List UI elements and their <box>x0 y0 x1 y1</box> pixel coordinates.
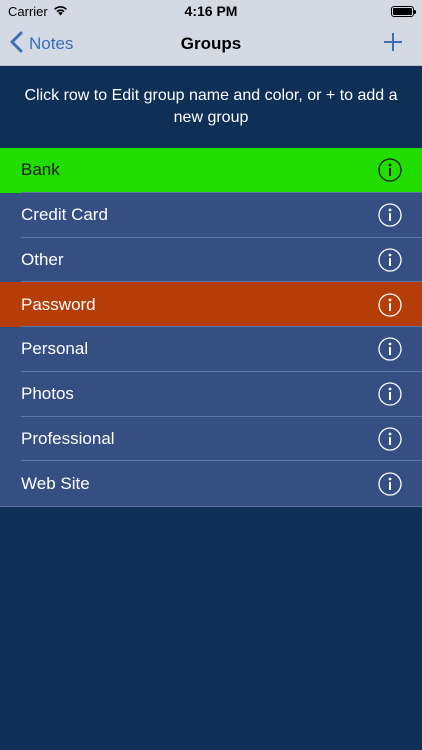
back-button[interactable]: Notes <box>10 22 73 66</box>
info-icon[interactable] <box>378 158 402 183</box>
group-list: Bank Credit Card Other Password Personal Phot… <box>0 148 422 507</box>
info-icon[interactable] <box>378 471 402 496</box>
group-row[interactable]: Web Site <box>0 461 422 506</box>
group-label: Other <box>21 249 64 269</box>
group-label: Credit Card <box>21 205 108 225</box>
group-label: Web Site <box>21 473 90 493</box>
group-row[interactable]: Credit Card <box>0 192 422 238</box>
group-row[interactable]: Photos <box>0 371 422 417</box>
group-label: Photos <box>21 384 74 404</box>
battery-icon <box>391 5 416 17</box>
page-title: Groups <box>180 33 242 53</box>
status-left: Carrier <box>8 4 68 19</box>
group-label: Bank <box>21 160 60 180</box>
group-row[interactable]: Bank <box>0 148 422 193</box>
info-icon[interactable] <box>378 203 402 227</box>
plus-icon <box>383 32 403 57</box>
group-row[interactable]: Professional <box>0 416 422 462</box>
carrier-label: Carrier <box>8 3 48 19</box>
chevron-left-icon <box>10 31 23 58</box>
info-icon[interactable] <box>378 337 402 362</box>
status-bar: Carrier 4:16 PM <box>0 0 422 22</box>
instructions-header: Click row to Edit group name and color, … <box>0 66 422 148</box>
wifi-icon <box>53 4 68 19</box>
instructions-text: Click row to Edit group name and color, … <box>24 87 398 126</box>
group-row[interactable]: Password <box>0 282 422 327</box>
back-button-label: Notes <box>29 34 74 53</box>
group-label: Password <box>21 294 96 314</box>
add-group-button[interactable] <box>378 22 408 66</box>
info-icon[interactable] <box>378 382 402 406</box>
navigation-bar: Notes Groups <box>0 22 422 66</box>
group-row[interactable]: Other <box>0 237 422 283</box>
status-time: 4:16 PM <box>184 3 238 19</box>
info-icon[interactable] <box>378 292 402 317</box>
group-row[interactable]: Personal <box>0 327 422 372</box>
info-icon[interactable] <box>378 427 402 451</box>
group-label: Personal <box>21 339 89 359</box>
group-label: Professional <box>21 428 115 448</box>
info-icon[interactable] <box>378 248 402 272</box>
